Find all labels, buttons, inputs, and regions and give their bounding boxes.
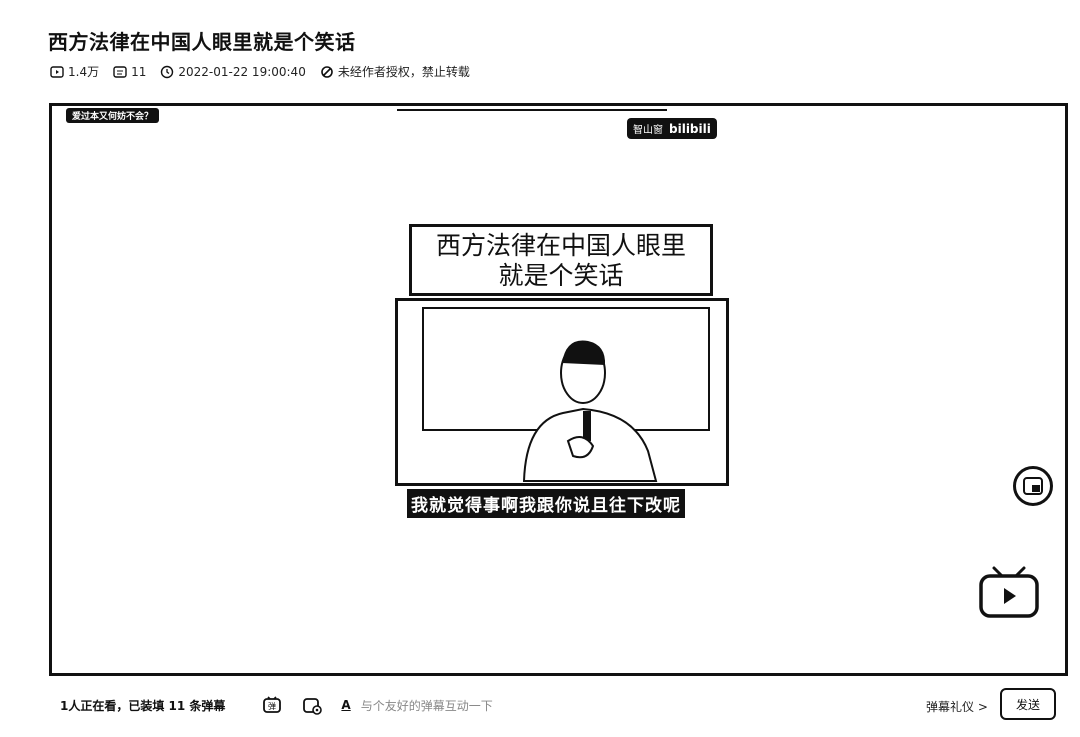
bilibili-tv-icon[interactable]	[978, 564, 1040, 620]
watermark-left: 爱过本又何妨不会？	[66, 108, 160, 123]
publish-time: 2022-01-22 19:00:40	[160, 65, 306, 79]
video-title: 西方法律在中国人眼里就是个笑话	[48, 30, 356, 54]
danmaku-settings-icon[interactable]	[301, 694, 323, 716]
danmaku-count: 11	[113, 65, 146, 79]
video-frame	[395, 298, 729, 486]
copyright-notice: 未经作者授权，禁止转载	[320, 63, 470, 80]
frame-title-line2: 就是个笑话	[498, 261, 624, 290]
progress-line	[397, 109, 667, 111]
danmaku-input-placeholder[interactable]: 与个友好的弹幕互动一下	[361, 697, 493, 714]
font-style-icon[interactable]: A	[341, 698, 350, 712]
send-button[interactable]: 发送	[1000, 688, 1056, 720]
video-subtitle: 我就觉得事啊我跟你说且往下改呢	[407, 489, 685, 518]
picture-in-picture-icon[interactable]	[1013, 466, 1053, 506]
play-icon	[50, 65, 64, 78]
frame-title-card: 西方法律在中国人眼里 就是个笑话	[409, 224, 713, 296]
danmaku-bar: 1人正在看，已装填 11 条弹幕 弹 A 与个友好的弹幕互动一下 弹幕礼仪 > …	[60, 688, 1060, 720]
danmaku-toggle-icon[interactable]: 弹	[261, 694, 283, 716]
video-meta: 1.4万 11 2022-01-22 19:00:40 未经作者授权，禁止转载	[50, 63, 470, 80]
svg-text:弹: 弹	[268, 701, 276, 711]
viewer-status: 1人正在看，已装填 11 条弹幕	[60, 698, 226, 713]
forbidden-icon	[321, 65, 333, 78]
frame-title-line1: 西方法律在中国人眼里	[435, 231, 686, 260]
play-count: 1.4万	[50, 63, 99, 80]
watermark-right: 智山窗 bilibili	[627, 118, 717, 139]
bilibili-logo: bilibili	[669, 121, 711, 136]
danmaku-icon	[113, 65, 127, 78]
danmaku-etiquette-link[interactable]: 弹幕礼仪 >	[926, 698, 988, 715]
video-player[interactable]: 爱过本又何妨不会？ 智山窗 bilibili 西方法律在中国人眼里 就是个笑话 …	[49, 103, 1068, 676]
danmaku-input[interactable]: A 与个友好的弹幕互动一下	[341, 697, 492, 714]
speaker-figure	[522, 340, 658, 482]
clock-icon	[161, 65, 174, 78]
